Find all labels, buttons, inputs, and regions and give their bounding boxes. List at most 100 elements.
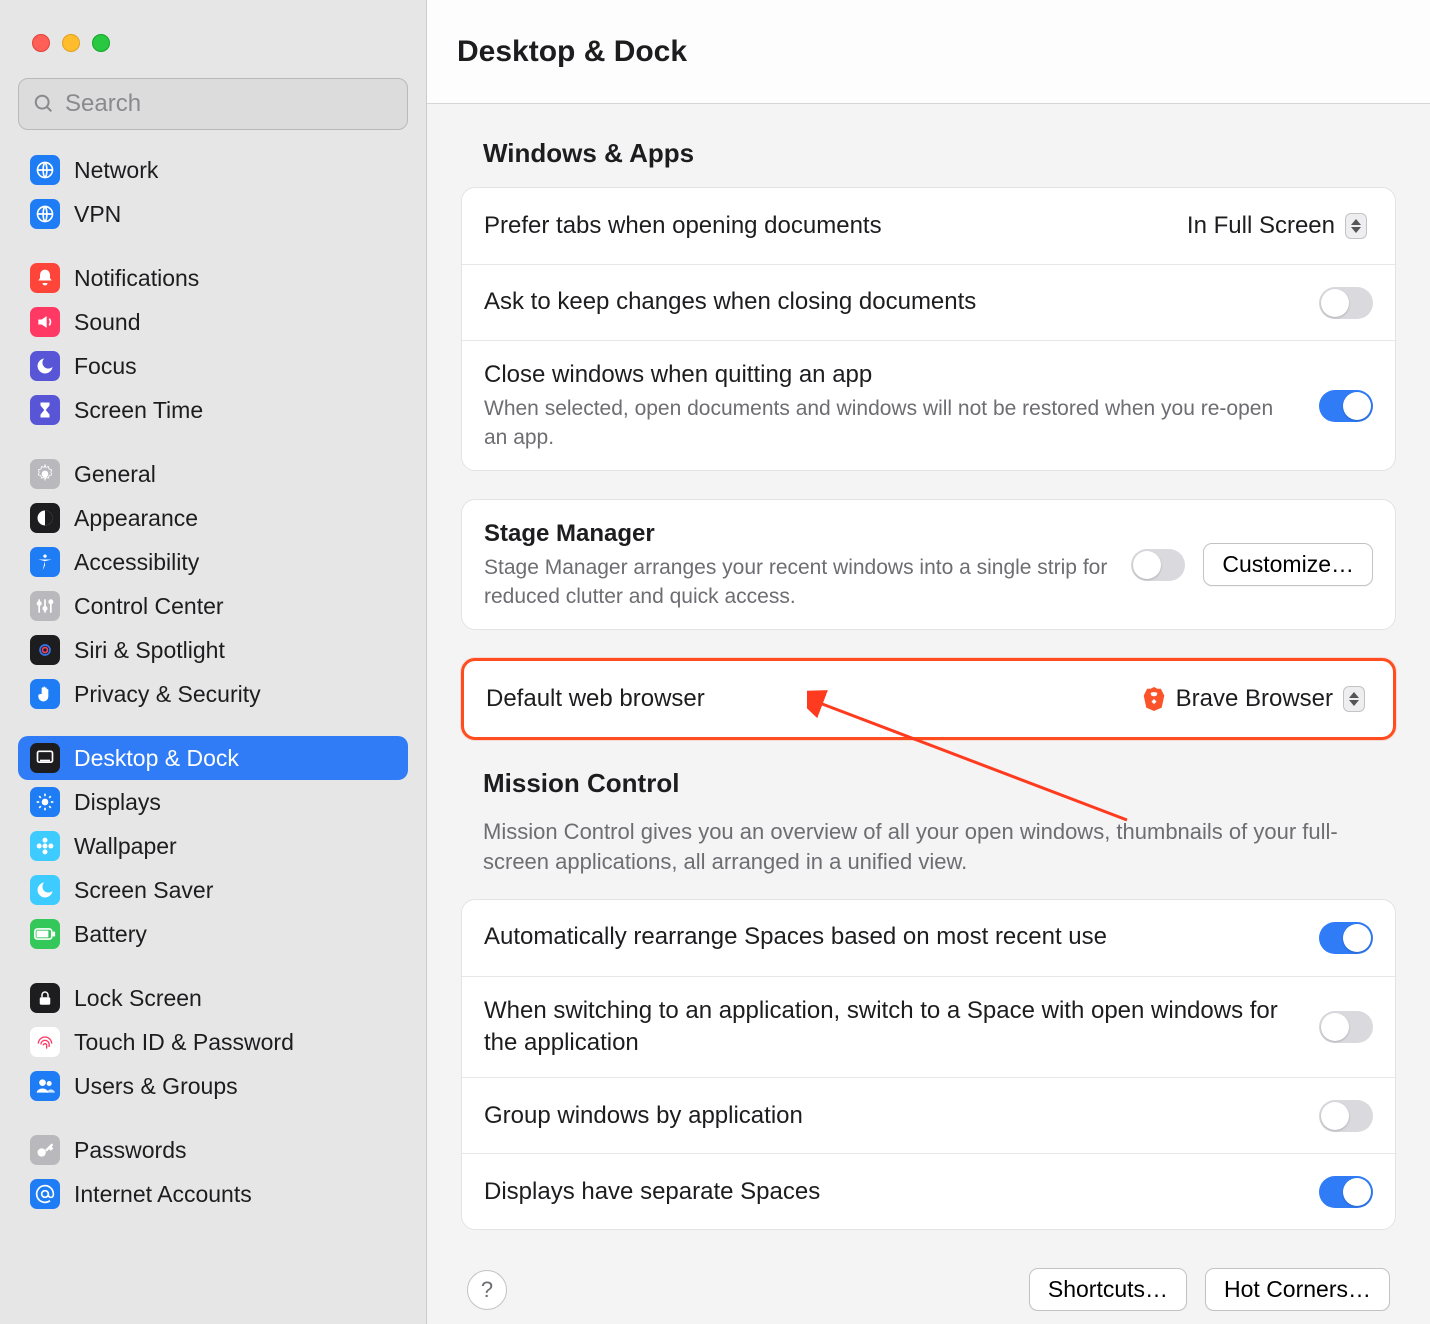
card-stage-manager: Stage Manager Stage Manager arranges you… bbox=[461, 499, 1396, 630]
sidebar-item-label: VPN bbox=[74, 201, 121, 228]
sidebar-item-battery[interactable]: Battery bbox=[18, 912, 408, 956]
label-group-windows: Group windows by application bbox=[484, 1100, 1301, 1132]
shortcuts-button[interactable]: Shortcuts… bbox=[1029, 1268, 1187, 1311]
label-default-browser: Default web browser bbox=[486, 683, 1114, 715]
row-stage-manager: Stage Manager Stage Manager arranges you… bbox=[462, 500, 1395, 629]
label-auto-rearrange: Automatically rearrange Spaces based on … bbox=[484, 921, 1301, 953]
sidebar-item-appearance[interactable]: Appearance bbox=[18, 496, 408, 540]
accessibility-icon bbox=[30, 547, 60, 577]
sidebar-item-label: Accessibility bbox=[74, 549, 199, 576]
toggle-ask-keep[interactable] bbox=[1319, 287, 1373, 319]
bottom-actions: ? Shortcuts… Hot Corners… bbox=[461, 1258, 1396, 1311]
card-mission-control: Automatically rearrange Spaces based on … bbox=[461, 899, 1396, 1231]
battery-icon bbox=[30, 919, 60, 949]
select-default-browser[interactable]: Brave Browser bbox=[1132, 683, 1371, 715]
toggle-auto-rearrange[interactable] bbox=[1319, 922, 1373, 954]
customize-stage-manager-button[interactable]: Customize… bbox=[1203, 543, 1373, 586]
sidebar-item-label: Network bbox=[74, 157, 158, 184]
appearance-icon bbox=[30, 503, 60, 533]
sidebar-item-users-groups[interactable]: Users & Groups bbox=[18, 1064, 408, 1108]
label-separate-spaces: Displays have separate Spaces bbox=[484, 1176, 1301, 1208]
sidebar-item-control-center[interactable]: Control Center bbox=[18, 584, 408, 628]
sidebar-item-siri-spotlight[interactable]: Siri & Spotlight bbox=[18, 628, 408, 672]
flower-icon bbox=[30, 831, 60, 861]
siri-icon bbox=[30, 635, 60, 665]
desc-close-quit: When selected, open documents and window… bbox=[484, 395, 1301, 452]
sidebar: Network VPN NotificationsSound Focus Screen … bbox=[0, 0, 427, 1324]
sidebar-item-focus[interactable]: Focus bbox=[18, 344, 408, 388]
row-auto-rearrange: Automatically rearrange Spaces based on … bbox=[462, 900, 1395, 976]
search-field[interactable] bbox=[18, 78, 408, 130]
label-close-quit: Close windows when quitting an app bbox=[484, 359, 1301, 391]
sidebar-item-label: Appearance bbox=[74, 505, 198, 532]
sun-icon bbox=[30, 787, 60, 817]
close-window-button[interactable] bbox=[32, 34, 50, 52]
sidebar-item-vpn[interactable]: VPN bbox=[18, 192, 408, 236]
sidebar-item-network[interactable]: Network bbox=[18, 148, 408, 192]
sidebar-item-notifications[interactable]: Notifications bbox=[18, 256, 408, 300]
sidebar-item-screen-saver[interactable]: Screen Saver bbox=[18, 868, 408, 912]
search-icon bbox=[33, 93, 55, 115]
lock-icon bbox=[30, 983, 60, 1013]
toggle-close-quit[interactable] bbox=[1319, 390, 1373, 422]
sidebar-item-sound[interactable]: Sound bbox=[18, 300, 408, 344]
sidebar-item-touch-id-password[interactable]: Touch ID & Password bbox=[18, 1020, 408, 1064]
sidebar-item-internet-accounts[interactable]: Internet Accounts bbox=[18, 1172, 408, 1216]
gear-icon bbox=[30, 459, 60, 489]
sidebar-item-accessibility[interactable]: Accessibility bbox=[18, 540, 408, 584]
row-group-windows: Group windows by application bbox=[462, 1077, 1395, 1153]
hot-corners-button[interactable]: Hot Corners… bbox=[1205, 1268, 1390, 1311]
sidebar-item-general[interactable]: General bbox=[18, 452, 408, 496]
sidebar-item-wallpaper[interactable]: Wallpaper bbox=[18, 824, 408, 868]
sidebar-item-label: Control Center bbox=[74, 593, 224, 620]
page-title: Desktop & Dock bbox=[457, 35, 687, 69]
help-button[interactable]: ? bbox=[467, 1270, 507, 1310]
sidebar-item-label: Privacy & Security bbox=[74, 681, 261, 708]
users-icon bbox=[30, 1071, 60, 1101]
sidebar-item-desktop-dock[interactable]: Desktop & Dock bbox=[18, 736, 408, 780]
sidebar-item-lock-screen[interactable]: Lock Screen bbox=[18, 976, 408, 1020]
sidebar-item-label: Wallpaper bbox=[74, 833, 177, 860]
sidebar-item-label: Focus bbox=[74, 353, 137, 380]
sidebar-item-label: Screen Time bbox=[74, 397, 203, 424]
row-switch-space: When switching to an application, switch… bbox=[462, 976, 1395, 1078]
moon-icon bbox=[30, 351, 60, 381]
sidebar-item-privacy-security[interactable]: Privacy & Security bbox=[18, 672, 408, 716]
label-prefer-tabs: Prefer tabs when opening documents bbox=[484, 210, 1159, 242]
toggle-separate-spaces[interactable] bbox=[1319, 1176, 1373, 1208]
sidebar-item-passwords[interactable]: Passwords bbox=[18, 1128, 408, 1172]
sidebar-item-label: Battery bbox=[74, 921, 147, 948]
sidebar-item-label: General bbox=[74, 461, 156, 488]
search-input[interactable] bbox=[65, 90, 393, 118]
toggle-stage-manager[interactable] bbox=[1131, 549, 1185, 581]
sidebar-item-label: Siri & Spotlight bbox=[74, 637, 225, 664]
sidebar-item-label: Displays bbox=[74, 789, 161, 816]
sidebar-item-screen-time[interactable]: Screen Time bbox=[18, 388, 408, 432]
toggle-switch-space[interactable] bbox=[1319, 1011, 1373, 1043]
fingerprint-icon bbox=[30, 1027, 60, 1057]
row-close-quit: Close windows when quitting an app When … bbox=[462, 340, 1395, 470]
sidebar-item-label: Screen Saver bbox=[74, 877, 213, 904]
titlebar: Desktop & Dock bbox=[427, 0, 1430, 104]
content-scroll: Windows & Apps Prefer tabs when opening … bbox=[427, 104, 1430, 1311]
main-content: Desktop & Dock Windows & Apps Prefer tab… bbox=[427, 0, 1430, 1324]
at-icon bbox=[30, 1179, 60, 1209]
window-controls bbox=[18, 20, 408, 78]
sidebar-nav: Network VPN NotificationsSound Focus Screen … bbox=[18, 140, 408, 1216]
chevron-up-down-icon bbox=[1343, 686, 1365, 712]
section-header-windows-apps: Windows & Apps bbox=[483, 138, 1396, 169]
section-desc-mission-control: Mission Control gives you an overview of… bbox=[483, 817, 1343, 876]
label-ask-keep: Ask to keep changes when closing documen… bbox=[484, 286, 1301, 318]
sidebar-item-label: Internet Accounts bbox=[74, 1181, 252, 1208]
select-prefer-tabs[interactable]: In Full Screen bbox=[1177, 210, 1373, 242]
minimize-window-button[interactable] bbox=[62, 34, 80, 52]
zoom-window-button[interactable] bbox=[92, 34, 110, 52]
brave-icon bbox=[1142, 687, 1166, 711]
sidebar-item-label: Passwords bbox=[74, 1137, 186, 1164]
toggle-group-windows[interactable] bbox=[1319, 1100, 1373, 1132]
speaker-icon bbox=[30, 307, 60, 337]
label-stage-manager: Stage Manager bbox=[484, 518, 1113, 550]
sidebar-item-displays[interactable]: Displays bbox=[18, 780, 408, 824]
dock-icon bbox=[30, 743, 60, 773]
card-default-browser: Default web browser Brave Browser bbox=[461, 658, 1396, 740]
